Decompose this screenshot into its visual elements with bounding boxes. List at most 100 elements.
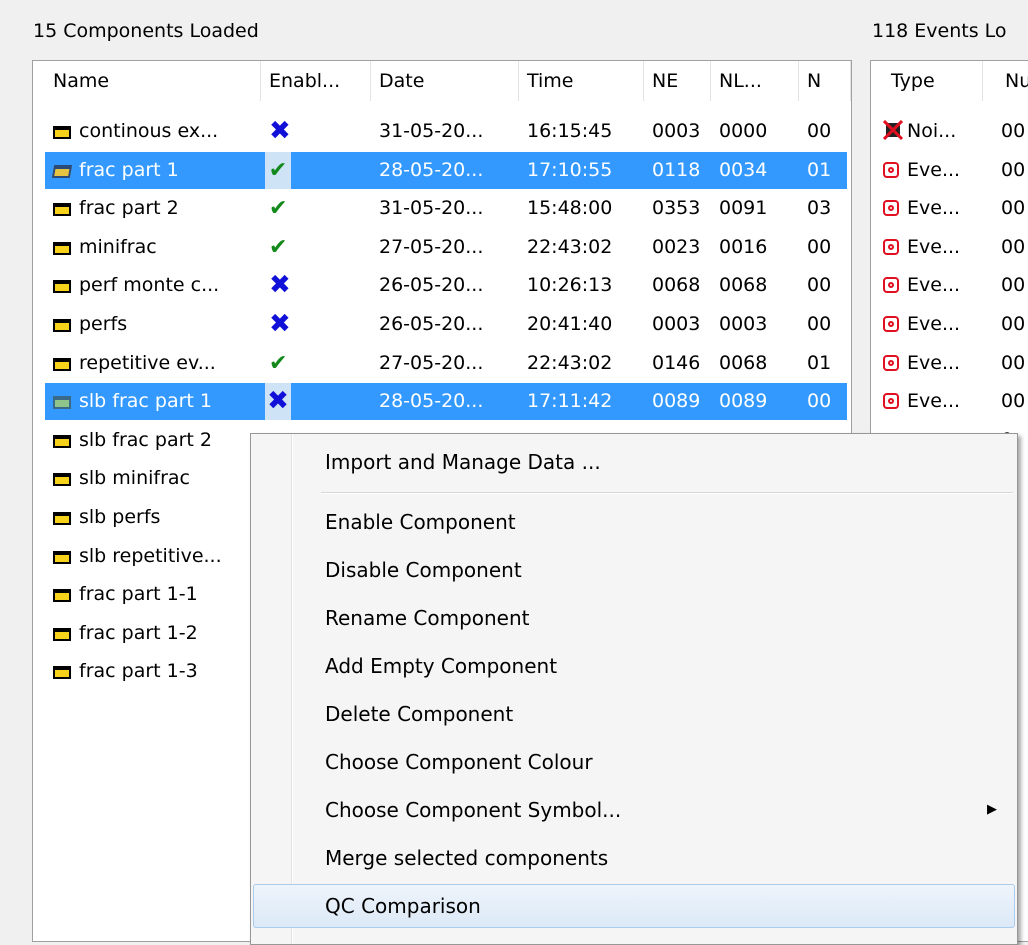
menu-item-enable-component[interactable]: Enable Component (253, 500, 1015, 544)
event-row[interactable]: Eve... 00 (871, 306, 1028, 343)
ne-cell: 0146 (652, 351, 701, 374)
time-cell: 10:26:13 (527, 274, 613, 297)
menu-item-add-empty-component[interactable]: Add Empty Component (253, 644, 1015, 688)
enabled-check-icon[interactable]: ✔ (265, 151, 291, 189)
ne-cell: 0003 (652, 313, 701, 335)
type-cell: Eve... (883, 306, 983, 343)
table-row[interactable]: frac part 2 ✔ 31-05-20... 15:48:00 0353 0091 0… (33, 190, 851, 227)
event-number-cell: 00 (1001, 120, 1026, 142)
table-row[interactable]: repetitive ev... ✔ 27-05-20... 22:43:02 0146… (33, 345, 851, 382)
col-n-header[interactable]: N (799, 61, 851, 101)
col-date-header[interactable]: Date (371, 61, 519, 101)
date-cell: 27-05-20... (379, 351, 484, 374)
table-row[interactable]: perfs ✖ 26-05-20... 20:41:40 0003 0003 00 (33, 306, 851, 343)
col-nl-header[interactable]: NL... (711, 61, 799, 101)
component-name: slb minifrac (79, 467, 190, 490)
col-type-header[interactable]: Type (871, 61, 983, 101)
component-name: slb perfs (79, 506, 161, 528)
ne-cell: 0353 (652, 197, 701, 220)
component-name: slb repetitive... (79, 544, 222, 567)
menu-item-choose-component-colour[interactable]: Choose Component Colour (253, 740, 1015, 784)
component-name: minifrac (79, 235, 157, 258)
table-row[interactable]: slb frac part 1 ✖ 28-05-20... 17:11:42 0089 0… (33, 383, 851, 421)
disabled-x-icon[interactable]: ✖ (269, 113, 371, 150)
menu-item-label: Add Empty Component (325, 654, 558, 678)
name-cell: slb perfs (45, 499, 269, 536)
event-row[interactable]: Eve... 00 (871, 152, 1028, 189)
event-icon (883, 238, 899, 255)
type-cell: Eve... (883, 267, 983, 304)
name-cell: frac part 1-2 (45, 615, 269, 652)
event-row[interactable]: Eve... 00 (871, 383, 1028, 420)
event-type: Eve... (907, 197, 961, 220)
type-cell: Eve... (883, 383, 983, 420)
table-row[interactable]: minifrac ✔ 27-05-20... 22:43:02 0023 0016 00 (33, 229, 851, 266)
event-type: Eve... (907, 351, 961, 374)
noise-icon (883, 120, 903, 140)
folder-icon (53, 319, 71, 332)
name-cell: perfs (45, 306, 269, 343)
event-icon (883, 277, 899, 294)
menu-item-label: Enable Component (325, 510, 516, 534)
folder-icon (53, 396, 71, 410)
name-cell: slb repetitive... (45, 538, 269, 575)
col-time-header[interactable]: Time (519, 61, 644, 101)
table-row[interactable]: continous ex... ✖ 31-05-20... 16:15:45 0003 0… (33, 113, 851, 150)
col-number-header[interactable]: Nu (983, 61, 1028, 101)
type-cell: Eve... (883, 229, 983, 266)
col-name-header[interactable]: Name (33, 61, 261, 101)
context-menu: Import and Manage Data ... Enable Compone… (250, 433, 1018, 945)
name-cell: frac part 1-3 (45, 653, 269, 690)
n-cell: 03 (807, 197, 832, 220)
n-cell: 00 (807, 313, 832, 335)
name-cell: repetitive ev... (45, 345, 269, 382)
nl-cell: 0034 (719, 158, 768, 181)
folder-icon (53, 512, 71, 525)
event-type: Eve... (907, 158, 961, 181)
event-row[interactable]: Eve... 00 (871, 345, 1028, 382)
table-row[interactable]: perf monte c... ✖ 26-05-20... 10:26:13 0068 0… (33, 267, 851, 304)
table-row[interactable]: frac part 1 ✔ 28-05-20... 17:10:55 0118 0034 0… (33, 151, 851, 189)
menu-item-qc-comparison[interactable]: QC Comparison (253, 884, 1015, 928)
event-row[interactable]: Noi... 00 (871, 113, 1028, 150)
disabled-x-icon[interactable]: ✖ (269, 306, 371, 343)
ne-cell: 0118 (652, 158, 701, 181)
time-cell: 22:43:02 (527, 235, 613, 258)
time-cell: 16:15:45 (527, 120, 613, 142)
enabled-check-icon[interactable]: ✔ (269, 190, 371, 227)
event-row[interactable]: Eve... 00 (871, 267, 1028, 304)
col-enabled-header[interactable]: Enabl... (261, 61, 371, 101)
event-row[interactable]: Eve... 00 (871, 229, 1028, 266)
folder-icon (53, 241, 71, 255)
event-number-cell: 00 (1001, 197, 1026, 220)
disabled-x-icon[interactable]: ✖ (265, 383, 291, 421)
menu-item-delete-component[interactable]: Delete Component (253, 692, 1015, 736)
menu-item-choose-component-symbol[interactable]: Choose Component Symbol... ▶ (253, 788, 1015, 832)
menu-item-import-and-manage-data[interactable]: Import and Manage Data ... (253, 440, 1015, 484)
enabled-check-icon[interactable]: ✔ (269, 229, 371, 266)
folder-icon (53, 434, 71, 448)
menu-item-label: Rename Component (325, 606, 530, 630)
time-cell: 20:41:40 (527, 313, 613, 335)
menu-item-rename-component[interactable]: Rename Component (253, 596, 1015, 640)
name-cell: slb frac part 2 (45, 422, 269, 459)
col-ne-header[interactable]: NE (644, 61, 711, 101)
event-icon (883, 200, 899, 217)
enabled-check-icon[interactable]: ✔ (269, 345, 371, 382)
component-name: slb frac part 2 (79, 428, 212, 451)
component-name: slb frac part 1 (79, 390, 212, 413)
nl-cell: 0089 (719, 390, 768, 413)
disabled-x-icon[interactable]: ✖ (269, 267, 371, 304)
menu-item-merge-selected-components[interactable]: Merge selected components (253, 836, 1015, 880)
event-row[interactable]: Eve... 00 (871, 190, 1028, 227)
date-cell: 27-05-20... (379, 235, 484, 258)
name-cell: frac part 1-1 (45, 576, 269, 613)
n-cell: 00 (807, 120, 832, 142)
folder-icon (53, 550, 71, 564)
event-icon (883, 354, 899, 371)
component-name: frac part 2 (79, 197, 179, 220)
menu-item-disable-component[interactable]: Disable Component (253, 548, 1015, 592)
ne-cell: 0068 (652, 274, 701, 297)
menu-item-label: Merge selected components (325, 846, 609, 870)
event-type: Eve... (907, 235, 961, 258)
